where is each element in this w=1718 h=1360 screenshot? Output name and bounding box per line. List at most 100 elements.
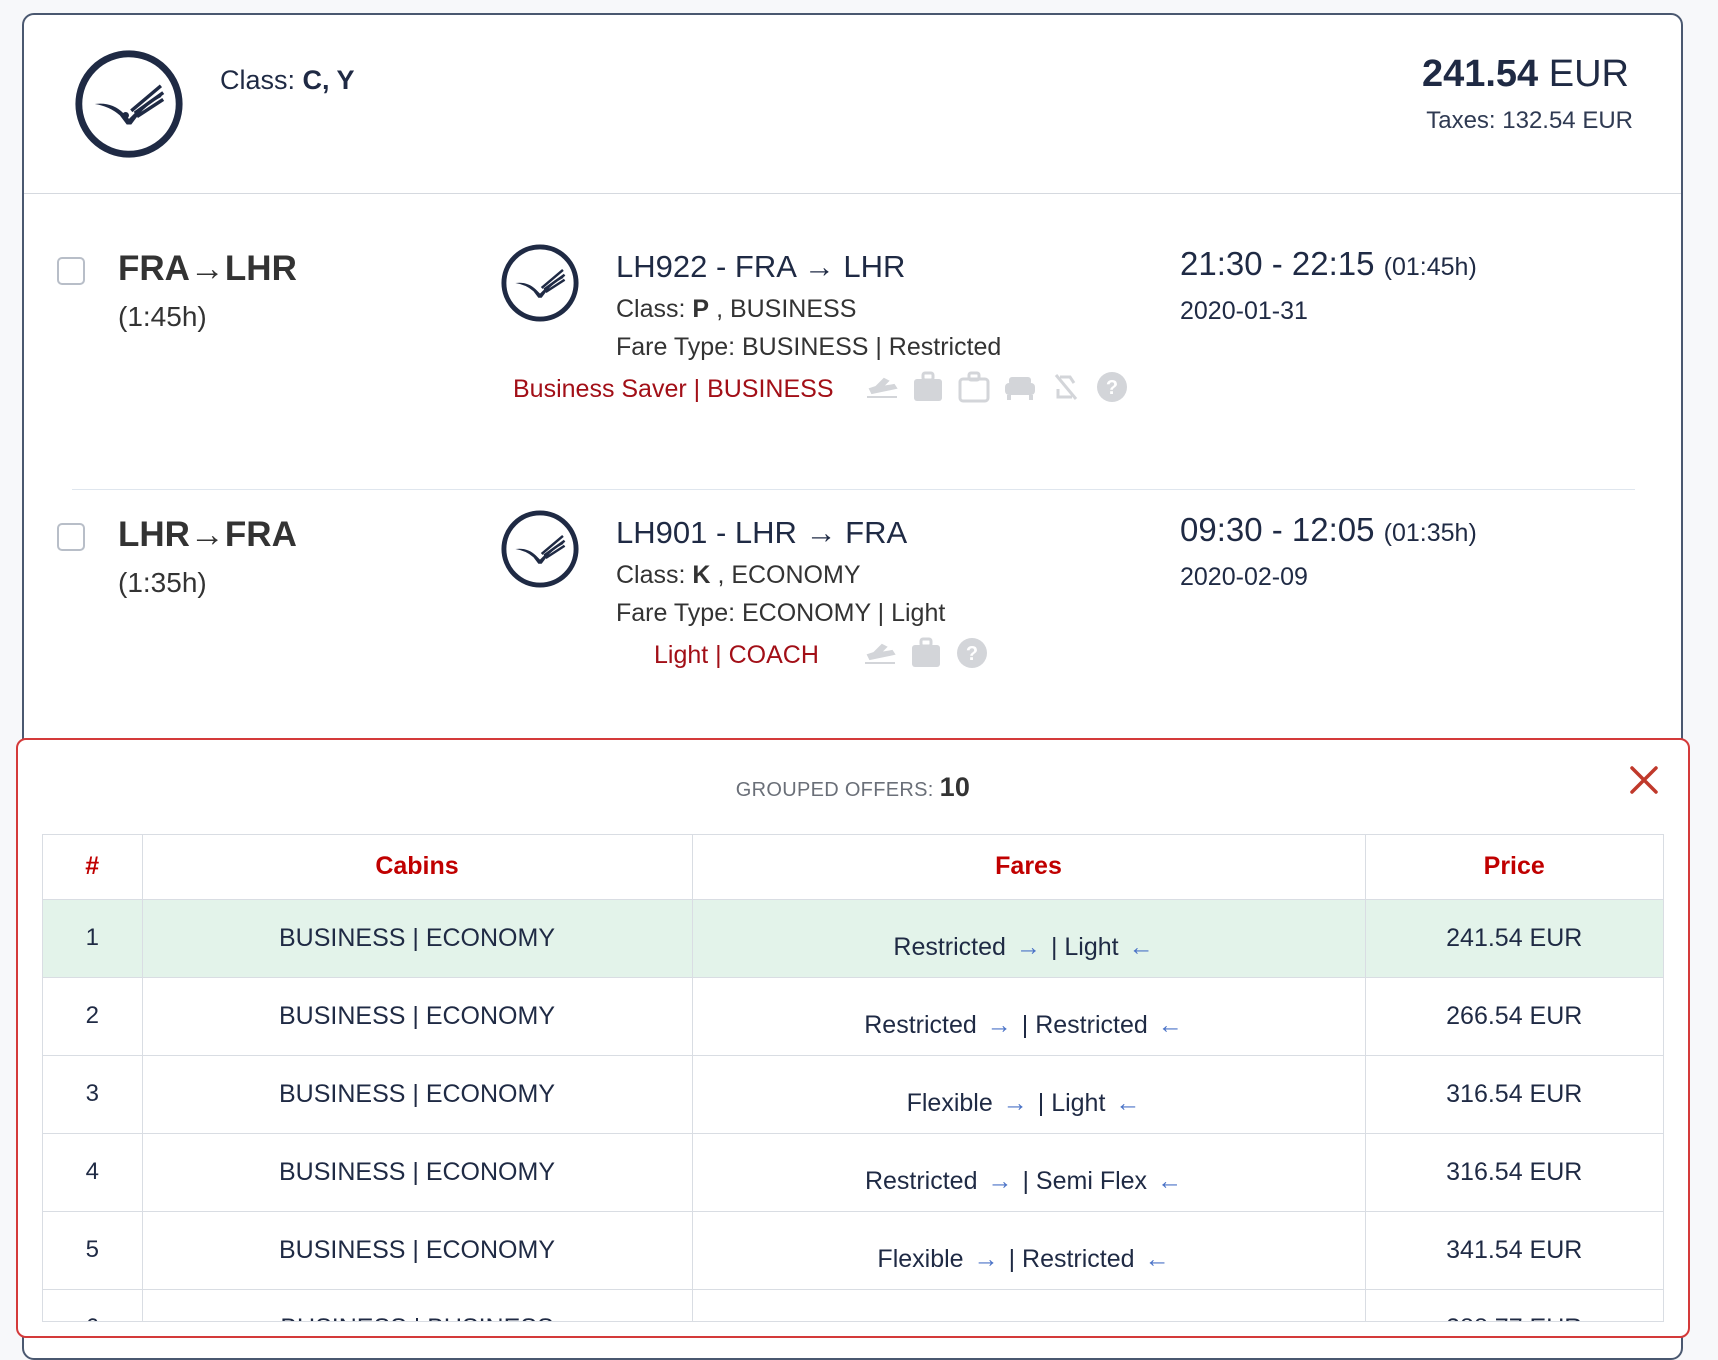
table-row[interactable]: 1 BUSINESS | ECONOMY Restricted → | Light ← 24… bbox=[43, 899, 1663, 978]
flight-number: LH901 - LHR → FRA bbox=[616, 515, 908, 550]
row-number: 6 bbox=[43, 1289, 142, 1321]
segment-checkbox[interactable] bbox=[57, 523, 85, 551]
fare-type: Fare Type: BUSINESS | Restricted bbox=[616, 333, 1002, 361]
segment-class-cabin: , BUSINESS bbox=[716, 295, 857, 323]
fare-outbound: Flexible bbox=[906, 1088, 993, 1117]
airline-logo-icon bbox=[75, 50, 183, 158]
checked-bag-icon[interactable] bbox=[908, 635, 944, 671]
segment-checkbox[interactable] bbox=[57, 257, 85, 285]
column-header-price: Price bbox=[1364, 835, 1663, 900]
airline-logo-icon bbox=[501, 244, 579, 322]
flight-time-range: 21:30 - 22:15 bbox=[1180, 245, 1375, 282]
flight-date: 2020-01-31 bbox=[1180, 297, 1308, 325]
help-icon[interactable]: ? bbox=[1094, 369, 1130, 405]
row-price: 316.54 EUR bbox=[1364, 1055, 1663, 1134]
row-price: 388.77 EUR bbox=[1364, 1289, 1663, 1321]
grouped-offers-table: # Cabins Fares Price 1 BUSINESS | ECONOMY… bbox=[43, 835, 1663, 1321]
table-row[interactable]: 4 BUSINESS | ECONOMY Restricted → | Semi Fle… bbox=[43, 1133, 1663, 1212]
flight-time: 09:30 - 12:05 (01:35h) bbox=[1180, 511, 1477, 549]
fare-outbound: Restricted bbox=[864, 1010, 977, 1039]
segment-divider bbox=[72, 489, 1635, 490]
departure-icon[interactable] bbox=[862, 635, 898, 671]
table-header-row: # Cabins Fares Price bbox=[43, 835, 1663, 900]
row-number: 4 bbox=[43, 1133, 142, 1212]
arrow-right-icon: → bbox=[986, 1010, 1012, 1039]
grouped-offers-table-container[interactable]: # Cabins Fares Price 1 BUSINESS | ECONOMY… bbox=[42, 834, 1664, 1322]
fare-type: Fare Type: ECONOMY | Light bbox=[616, 599, 946, 627]
column-header-fares: Fares bbox=[691, 835, 1365, 900]
arrow-right-icon: → bbox=[1002, 1088, 1028, 1117]
segment-class-code: P bbox=[692, 295, 710, 323]
fare-outbound: Flexible bbox=[877, 1244, 964, 1273]
airline-logo-icon bbox=[501, 510, 579, 588]
arrow-left-icon: ← bbox=[1157, 1166, 1183, 1195]
row-number: 1 bbox=[43, 899, 142, 978]
segment-class-label: Class: bbox=[616, 561, 686, 589]
flight-time-range: 09:30 - 12:05 bbox=[1180, 511, 1375, 548]
column-header-number: # bbox=[43, 835, 142, 900]
row-cabins: BUSINESS | ECONOMY bbox=[141, 1211, 692, 1290]
total-price-currency: EUR bbox=[1548, 53, 1629, 95]
fare-return: | Restricted bbox=[1008, 1244, 1135, 1273]
help-icon[interactable]: ? bbox=[954, 635, 990, 671]
row-fares: Restricted → | Light ← bbox=[691, 899, 1365, 978]
flight-time-duration: (01:35h) bbox=[1383, 519, 1477, 547]
arrow-right-icon: → bbox=[1015, 932, 1041, 961]
row-fares: Restricted→| Restricted← bbox=[691, 1289, 1365, 1321]
table-row[interactable]: 2 BUSINESS | ECONOMY Restricted → | Restrict… bbox=[43, 977, 1663, 1056]
segment-class-code: K bbox=[692, 561, 711, 589]
segment-outbound: FRA→LHR (1:45h) LH922 - FRA → LHR Class:… bbox=[24, 215, 1681, 455]
grouped-offers-title: GROUPED OFFERS: 10 bbox=[18, 772, 1688, 803]
row-cabins: BUSINESS | ECONOMY bbox=[141, 1055, 692, 1134]
svg-text:?: ? bbox=[1106, 377, 1118, 399]
row-price: 241.54 EUR bbox=[1364, 899, 1663, 978]
seat-icon[interactable] bbox=[1002, 369, 1038, 405]
row-number: 3 bbox=[43, 1055, 142, 1134]
checked-bag-icon[interactable] bbox=[910, 369, 946, 405]
row-fares: Restricted→| Restricted← bbox=[691, 977, 1365, 1056]
total-price-amount: 241.54 bbox=[1421, 53, 1539, 95]
taxes-text: Taxes: 132.54 EUR bbox=[1426, 107, 1633, 134]
arrow-left-icon: ← bbox=[1157, 1010, 1183, 1039]
table-row[interactable]: 6BUSINESS | BUSINESSRestricted→| Restric… bbox=[43, 1289, 1663, 1321]
amenities-bar: ? bbox=[864, 369, 1130, 405]
fare-brand: Business Saver | BUSINESS bbox=[513, 375, 834, 403]
arrow-left-icon: ← bbox=[1128, 932, 1154, 961]
grouped-offers-count: 10 bbox=[939, 772, 971, 802]
row-price: 316.54 EUR bbox=[1364, 1133, 1663, 1212]
table-row[interactable]: 5 BUSINESS | ECONOMY Flexible → | Restricted… bbox=[43, 1211, 1663, 1290]
fare-brand: Light | COACH bbox=[654, 641, 819, 669]
row-number: 2 bbox=[43, 977, 142, 1056]
carry-on-bag-icon[interactable] bbox=[956, 369, 992, 405]
row-price: 341.54 EUR bbox=[1364, 1211, 1663, 1290]
flight-date: 2020-02-09 bbox=[1180, 563, 1308, 591]
fare-return: | Light bbox=[1050, 932, 1119, 961]
row-cabins: BUSINESS | ECONOMY bbox=[141, 1133, 692, 1212]
row-fares: Flexible → | Light ← bbox=[691, 1055, 1365, 1134]
fare-return: | Semi Flex bbox=[1022, 1166, 1148, 1195]
arrow-right-icon: → bbox=[973, 1244, 999, 1273]
flight-number: LH922 - FRA → LHR bbox=[616, 249, 906, 284]
row-fares: Flexible → | Restricted ← bbox=[691, 1211, 1365, 1290]
amenities-bar: ? bbox=[862, 635, 990, 671]
row-fares: Restricted → | Semi Flex ← bbox=[691, 1133, 1365, 1212]
departure-icon[interactable] bbox=[864, 369, 900, 405]
row-cabins: BUSINESS | ECONOMY bbox=[141, 977, 692, 1056]
row-cabins: BUSINESS | BUSINESS bbox=[141, 1289, 692, 1321]
flight-time: 21:30 - 22:15 (01:45h) bbox=[1180, 245, 1477, 283]
column-header-cabins: Cabins bbox=[141, 835, 692, 900]
row-number: 5 bbox=[43, 1211, 142, 1290]
total-price: 241.54 EUR bbox=[1422, 53, 1629, 96]
segment-return: LHR→FRA (1:35h) LH901 - LHR → FRA Class:… bbox=[24, 481, 1681, 721]
close-icon[interactable] bbox=[1626, 762, 1662, 798]
fare-outbound: Restricted bbox=[864, 1166, 978, 1195]
table-row[interactable]: 3 BUSINESS | ECONOMY Flexible → | Light ← 316.… bbox=[43, 1055, 1663, 1134]
row-price: 266.54 EUR bbox=[1364, 977, 1663, 1056]
segment-duration: (1:35h) bbox=[118, 567, 207, 598]
grouped-offers-label: GROUPED OFFERS: bbox=[735, 779, 934, 801]
no-change-icon[interactable] bbox=[1048, 369, 1084, 405]
flight-time-duration: (01:45h) bbox=[1383, 253, 1477, 281]
offer-header: Class: C, Y 241.54 EUR Taxes: 132.54 EUR bbox=[24, 15, 1681, 194]
fare-outbound: Restricted bbox=[893, 932, 1006, 961]
offer-class-label: Class: bbox=[220, 65, 296, 95]
